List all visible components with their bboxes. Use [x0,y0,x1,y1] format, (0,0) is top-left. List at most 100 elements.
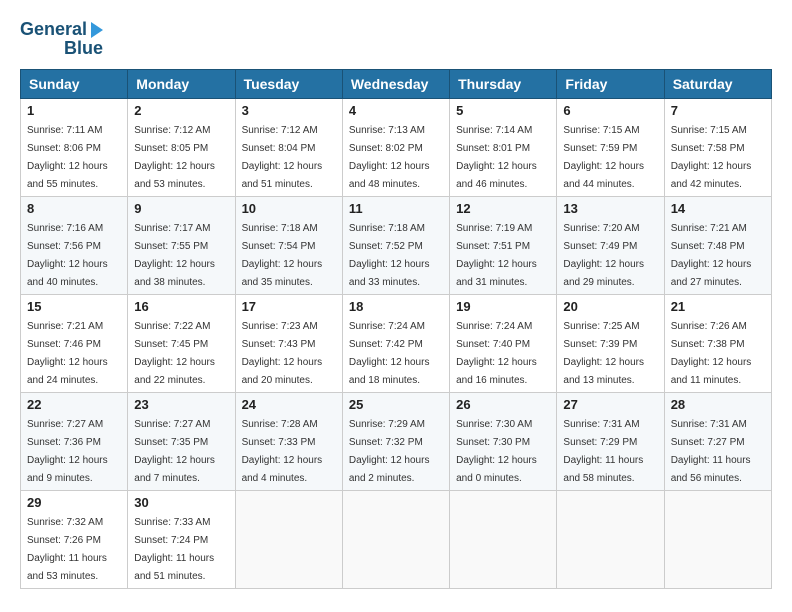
day-number: 20 [563,299,657,314]
day-number: 24 [242,397,336,412]
day-number: 26 [456,397,550,412]
day-info: Sunrise: 7:33 AMSunset: 7:24 PMDaylight:… [134,517,214,582]
calendar-header-cell: Sunday [21,69,128,98]
day-number: 11 [349,201,443,216]
day-info: Sunrise: 7:14 AMSunset: 8:01 PMDaylight:… [456,125,537,190]
day-info: Sunrise: 7:24 AMSunset: 7:42 PMDaylight:… [349,321,430,386]
day-number: 12 [456,201,550,216]
day-info: Sunrise: 7:25 AMSunset: 7:39 PMDaylight:… [563,321,644,386]
day-info: Sunrise: 7:16 AMSunset: 7:56 PMDaylight:… [27,223,108,288]
day-info: Sunrise: 7:24 AMSunset: 7:40 PMDaylight:… [456,321,537,386]
calendar-day-cell: 21 Sunrise: 7:26 AMSunset: 7:38 PMDaylig… [664,294,771,392]
day-info: Sunrise: 7:27 AMSunset: 7:36 PMDaylight:… [27,419,108,484]
day-info: Sunrise: 7:15 AMSunset: 7:59 PMDaylight:… [563,125,644,190]
calendar-table: SundayMondayTuesdayWednesdayThursdayFrid… [20,69,772,589]
day-number: 15 [27,299,121,314]
calendar-day-cell: 1 Sunrise: 7:11 AMSunset: 8:06 PMDayligh… [21,98,128,196]
day-info: Sunrise: 7:29 AMSunset: 7:32 PMDaylight:… [349,419,430,484]
calendar-day-cell: 5 Sunrise: 7:14 AMSunset: 8:01 PMDayligh… [450,98,557,196]
day-info: Sunrise: 7:15 AMSunset: 7:58 PMDaylight:… [671,125,752,190]
calendar-header-cell: Thursday [450,69,557,98]
day-number: 3 [242,103,336,118]
calendar-week-row: 29 Sunrise: 7:32 AMSunset: 7:26 PMDaylig… [21,490,772,588]
calendar-day-cell: 9 Sunrise: 7:17 AMSunset: 7:55 PMDayligh… [128,196,235,294]
day-number: 7 [671,103,765,118]
day-number: 8 [27,201,121,216]
day-info: Sunrise: 7:12 AMSunset: 8:05 PMDaylight:… [134,125,215,190]
calendar-week-row: 15 Sunrise: 7:21 AMSunset: 7:46 PMDaylig… [21,294,772,392]
calendar-header-cell: Wednesday [342,69,449,98]
day-info: Sunrise: 7:20 AMSunset: 7:49 PMDaylight:… [563,223,644,288]
calendar-header-cell: Saturday [664,69,771,98]
calendar-day-cell: 8 Sunrise: 7:16 AMSunset: 7:56 PMDayligh… [21,196,128,294]
calendar-header-cell: Tuesday [235,69,342,98]
day-info: Sunrise: 7:30 AMSunset: 7:30 PMDaylight:… [456,419,537,484]
calendar-day-cell: 17 Sunrise: 7:23 AMSunset: 7:43 PMDaylig… [235,294,342,392]
logo-blue-text: Blue [64,38,103,59]
page-header: General Blue [20,20,772,59]
day-number: 17 [242,299,336,314]
calendar-day-cell: 3 Sunrise: 7:12 AMSunset: 8:04 PMDayligh… [235,98,342,196]
day-number: 27 [563,397,657,412]
calendar-day-cell: 18 Sunrise: 7:24 AMSunset: 7:42 PMDaylig… [342,294,449,392]
day-number: 13 [563,201,657,216]
calendar-day-cell: 11 Sunrise: 7:18 AMSunset: 7:52 PMDaylig… [342,196,449,294]
day-info: Sunrise: 7:19 AMSunset: 7:51 PMDaylight:… [456,223,537,288]
day-info: Sunrise: 7:26 AMSunset: 7:38 PMDaylight:… [671,321,752,386]
calendar-day-cell: 25 Sunrise: 7:29 AMSunset: 7:32 PMDaylig… [342,392,449,490]
day-number: 29 [27,495,121,510]
calendar-day-cell: 10 Sunrise: 7:18 AMSunset: 7:54 PMDaylig… [235,196,342,294]
calendar-day-cell: 26 Sunrise: 7:30 AMSunset: 7:30 PMDaylig… [450,392,557,490]
calendar-day-cell [342,490,449,588]
day-number: 19 [456,299,550,314]
day-info: Sunrise: 7:21 AMSunset: 7:48 PMDaylight:… [671,223,752,288]
day-info: Sunrise: 7:12 AMSunset: 8:04 PMDaylight:… [242,125,323,190]
calendar-day-cell: 4 Sunrise: 7:13 AMSunset: 8:02 PMDayligh… [342,98,449,196]
calendar-day-cell: 2 Sunrise: 7:12 AMSunset: 8:05 PMDayligh… [128,98,235,196]
day-number: 23 [134,397,228,412]
calendar-header-cell: Friday [557,69,664,98]
calendar-day-cell: 27 Sunrise: 7:31 AMSunset: 7:29 PMDaylig… [557,392,664,490]
day-number: 14 [671,201,765,216]
day-number: 6 [563,103,657,118]
day-number: 4 [349,103,443,118]
day-number: 21 [671,299,765,314]
calendar-day-cell [235,490,342,588]
calendar-day-cell [664,490,771,588]
calendar-day-cell [557,490,664,588]
day-number: 18 [349,299,443,314]
day-info: Sunrise: 7:23 AMSunset: 7:43 PMDaylight:… [242,321,323,386]
calendar-day-cell: 24 Sunrise: 7:28 AMSunset: 7:33 PMDaylig… [235,392,342,490]
calendar-day-cell: 16 Sunrise: 7:22 AMSunset: 7:45 PMDaylig… [128,294,235,392]
day-number: 1 [27,103,121,118]
day-info: Sunrise: 7:18 AMSunset: 7:52 PMDaylight:… [349,223,430,288]
day-info: Sunrise: 7:13 AMSunset: 8:02 PMDaylight:… [349,125,430,190]
calendar-day-cell: 30 Sunrise: 7:33 AMSunset: 7:24 PMDaylig… [128,490,235,588]
calendar-week-row: 22 Sunrise: 7:27 AMSunset: 7:36 PMDaylig… [21,392,772,490]
calendar-day-cell: 29 Sunrise: 7:32 AMSunset: 7:26 PMDaylig… [21,490,128,588]
calendar-header-cell: Monday [128,69,235,98]
day-number: 22 [27,397,121,412]
calendar-day-cell: 20 Sunrise: 7:25 AMSunset: 7:39 PMDaylig… [557,294,664,392]
calendar-week-row: 1 Sunrise: 7:11 AMSunset: 8:06 PMDayligh… [21,98,772,196]
day-number: 16 [134,299,228,314]
calendar-day-cell: 13 Sunrise: 7:20 AMSunset: 7:49 PMDaylig… [557,196,664,294]
day-info: Sunrise: 7:11 AMSunset: 8:06 PMDaylight:… [27,125,108,190]
calendar-day-cell: 19 Sunrise: 7:24 AMSunset: 7:40 PMDaylig… [450,294,557,392]
logo: General Blue [20,20,103,59]
calendar-day-cell: 6 Sunrise: 7:15 AMSunset: 7:59 PMDayligh… [557,98,664,196]
calendar-day-cell: 23 Sunrise: 7:27 AMSunset: 7:35 PMDaylig… [128,392,235,490]
day-number: 2 [134,103,228,118]
calendar-day-cell [450,490,557,588]
day-info: Sunrise: 7:27 AMSunset: 7:35 PMDaylight:… [134,419,215,484]
day-number: 28 [671,397,765,412]
day-number: 9 [134,201,228,216]
day-info: Sunrise: 7:28 AMSunset: 7:33 PMDaylight:… [242,419,323,484]
day-info: Sunrise: 7:31 AMSunset: 7:29 PMDaylight:… [563,419,643,484]
calendar-day-cell: 22 Sunrise: 7:27 AMSunset: 7:36 PMDaylig… [21,392,128,490]
calendar-day-cell: 15 Sunrise: 7:21 AMSunset: 7:46 PMDaylig… [21,294,128,392]
calendar-header-row: SundayMondayTuesdayWednesdayThursdayFrid… [21,69,772,98]
day-number: 25 [349,397,443,412]
calendar-day-cell: 7 Sunrise: 7:15 AMSunset: 7:58 PMDayligh… [664,98,771,196]
day-info: Sunrise: 7:18 AMSunset: 7:54 PMDaylight:… [242,223,323,288]
